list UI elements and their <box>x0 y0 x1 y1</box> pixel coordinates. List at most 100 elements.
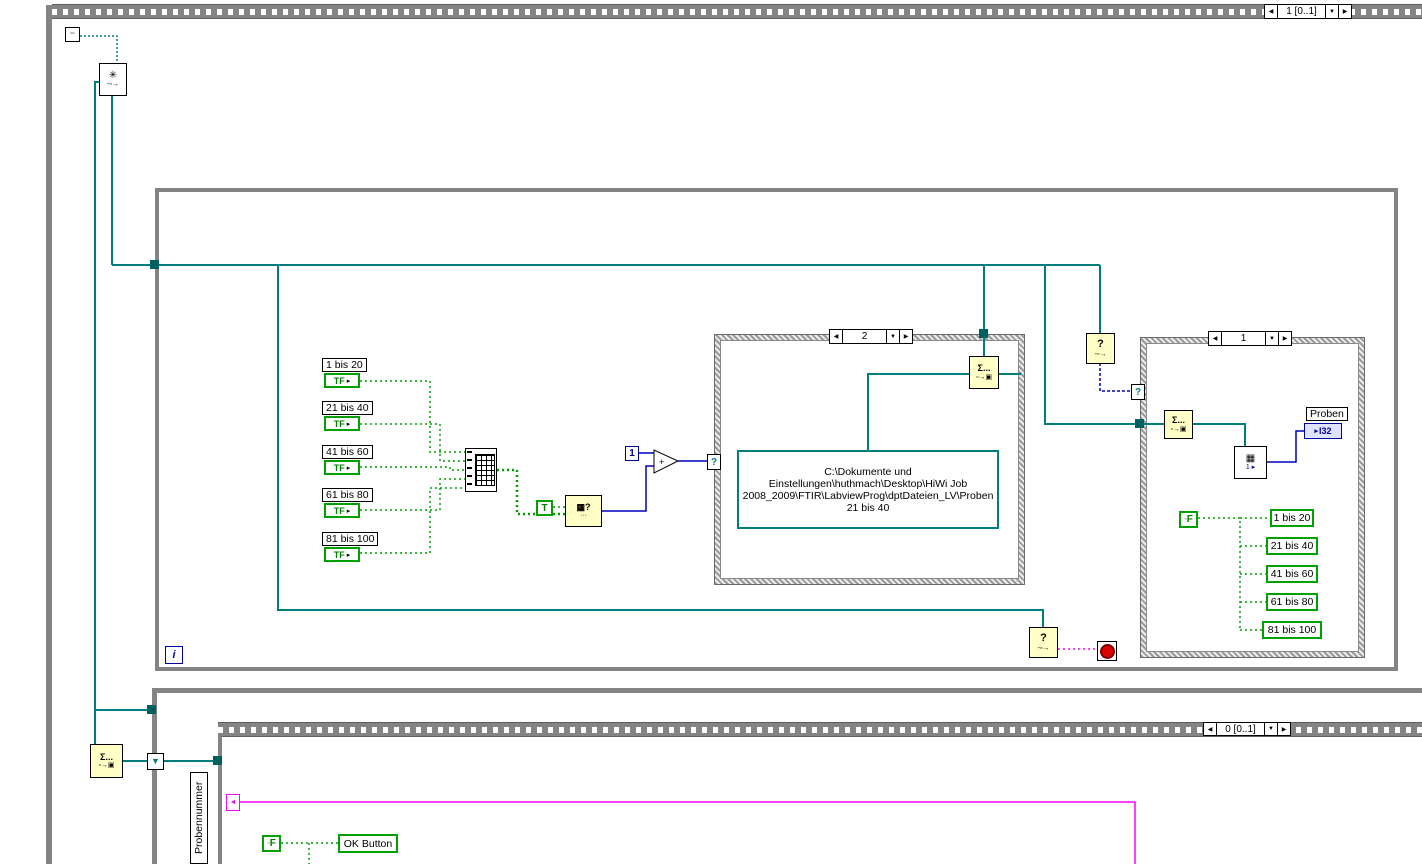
one-arrow-glyph: 1 ▸ <box>1245 464 1256 472</box>
bool-control-terminal[interactable]: TF ▸ <box>324 460 360 475</box>
coerce-node[interactable]: ▼ <box>147 753 164 770</box>
bottom-sequence-left-border <box>218 736 222 864</box>
box-arrow-icon: ▫→▣ <box>98 762 115 770</box>
bool-control-label[interactable]: 41 bis 60 <box>322 445 373 459</box>
bool-control-label[interactable]: 61 bis 80 <box>322 488 373 502</box>
grid-icon: ▦ <box>576 501 585 512</box>
prev-case-arrow-icon[interactable]: ◀ <box>830 330 842 343</box>
bool-indicator[interactable]: 41 bis 60 <box>1266 565 1318 583</box>
sigma-icon: Σ... <box>1172 415 1185 426</box>
dots-glyph: ··· <box>580 512 587 520</box>
file-path-constant[interactable]: C:\Dokumente und Einstellungen\huthmach\… <box>737 450 999 529</box>
case-dropdown-icon[interactable]: ▼ <box>1266 332 1279 345</box>
array-to-string-node[interactable]: Σ... ▫→▣ <box>90 744 123 778</box>
prev-frame-arrow-icon[interactable]: ◀ <box>1204 723 1216 735</box>
frame-dropdown-icon[interactable]: ▼ <box>1326 5 1339 18</box>
terminal-arrow-icon: ▸ <box>346 551 351 559</box>
prev-frame-arrow-icon[interactable]: ◀ <box>1265 5 1277 18</box>
file-out-icon: -▫→ <box>107 81 119 89</box>
false-glyph: F <box>269 838 276 849</box>
bool-control-terminal[interactable]: TF ▸ <box>324 373 360 388</box>
ok-button-terminal[interactable]: OK Button <box>338 834 398 853</box>
tf-glyph: TF <box>333 418 345 429</box>
stop-icon <box>1099 643 1115 659</box>
search-array-node[interactable]: ▦? ··· <box>565 495 602 527</box>
case-dropdown-icon[interactable]: ▼ <box>887 330 900 343</box>
check-path-node[interactable]: ? -▫→ <box>1029 627 1058 658</box>
bottom-structure-top-border <box>152 688 1422 693</box>
terminal-arrow-icon: ▸ <box>346 464 351 472</box>
next-case-arrow-icon[interactable]: ▶ <box>1279 332 1291 345</box>
number-display-node[interactable]: ▦ 1 ▸ <box>1234 446 1267 479</box>
reference-small-node-glyph: ▫▫ <box>70 31 75 38</box>
terminal-arrow-icon: ▸ <box>346 507 351 515</box>
stop-button-terminal[interactable] <box>1097 641 1117 661</box>
bool-control-label[interactable]: 81 bis 100 <box>322 532 379 546</box>
false-constant[interactable]: ▫ F <box>262 835 281 852</box>
frame-dropdown-icon[interactable]: ▼ <box>1265 723 1278 735</box>
outer-sequence-left-border <box>46 5 52 864</box>
down-arrow-icon: ▼ <box>151 755 160 766</box>
case-structure-display-frame <box>1146 343 1359 652</box>
file-out-icon: -▫→ <box>1037 644 1050 652</box>
next-frame-arrow-icon[interactable]: ▶ <box>1339 5 1351 18</box>
case-files-selector[interactable]: ◀ 2 ▼ ▶ <box>829 329 913 344</box>
case-files-selector-terminal[interactable]: ? <box>707 454 721 470</box>
open-file-node[interactable]: ✳ -▫→ <box>99 63 127 96</box>
shift-register-node[interactable]: ◄ <box>226 794 240 811</box>
terminal-arrow-icon: ▸ <box>346 420 351 428</box>
bool-control-terminal[interactable]: TF ▸ <box>324 416 360 431</box>
check-path-node[interactable]: ? -▫→ <box>1086 333 1115 364</box>
tf-glyph: TF <box>333 549 345 560</box>
magenta-wires <box>240 648 1136 864</box>
next-case-arrow-icon[interactable]: ▶ <box>900 330 912 343</box>
array-to-string-node[interactable]: Σ... ▫→▣ <box>1164 410 1193 439</box>
bool-indicator[interactable]: 61 bis 80 <box>1266 593 1318 611</box>
next-frame-arrow-icon[interactable]: ▶ <box>1278 723 1290 735</box>
bool-control-label[interactable]: 21 bis 40 <box>322 401 373 415</box>
case-display-selector-terminal[interactable]: ? <box>1131 384 1145 400</box>
tf-glyph: TF <box>333 505 345 516</box>
case-display-selector[interactable]: ◀ 1 ▼ ▶ <box>1208 331 1292 346</box>
terminal-arrow-icon: ▸ <box>346 377 351 385</box>
prev-case-arrow-icon[interactable]: ◀ <box>1209 332 1221 345</box>
proben-i32-terminal[interactable]: ▸ I32 <box>1304 423 1342 439</box>
bool-control-terminal[interactable]: TF ▸ <box>324 547 360 562</box>
build-array-node[interactable] <box>465 448 497 492</box>
question-icon: ? <box>1097 338 1104 351</box>
while-loop-iteration-terminal[interactable]: i <box>165 646 183 664</box>
sigma-icon: Σ... <box>977 363 991 374</box>
case-display-value[interactable]: 1 <box>1221 332 1266 345</box>
one-constant[interactable]: 1 <box>625 446 639 461</box>
reference-small-node[interactable]: ▫▫ <box>65 27 80 42</box>
tf-glyph: TF <box>333 375 345 386</box>
bool-control-terminal[interactable]: TF ▸ <box>324 503 360 518</box>
i32-glyph: I32 <box>1319 426 1332 436</box>
array-inputs-icon <box>467 451 472 489</box>
top-sequence-selector[interactable]: ◀ 1 [0..1] ▼ ▶ <box>1264 4 1352 19</box>
bool-indicator[interactable]: 81 bis 100 <box>1262 621 1322 639</box>
file-out-icon: -▫→ <box>1094 350 1107 358</box>
bottom-sequence-frame-label[interactable]: 0 [0..1] <box>1216 723 1265 735</box>
box-arrow-icon: ▫→▣ <box>1170 425 1187 433</box>
true-glyph: T <box>541 502 548 514</box>
bool-control-label[interactable]: 1 bis 20 <box>322 358 367 372</box>
probennummer-label[interactable]: Probennummer <box>190 772 208 864</box>
bottom-sequence-selector[interactable]: ◀ 0 [0..1] ▼ ▶ <box>1203 722 1291 736</box>
bool-indicator[interactable]: 1 bis 20 <box>1270 509 1314 527</box>
bool-indicator[interactable]: 21 bis 40 <box>1266 537 1318 555</box>
question-icon: ? <box>1040 632 1047 645</box>
false-constant[interactable]: ▫ F <box>1179 511 1198 528</box>
proben-indicator-label[interactable]: Proben <box>1306 407 1348 421</box>
true-constant[interactable]: T <box>536 500 553 516</box>
case-files-value[interactable]: 2 <box>842 330 887 343</box>
sigma-icon: Σ... <box>100 751 113 762</box>
bottom-structure-left-border <box>152 688 157 864</box>
array-grid-icon <box>475 454 495 486</box>
feedback-arrow-icon: ◄ <box>229 799 237 806</box>
array-to-string-node[interactable]: Σ... ▫→▣ <box>969 356 999 389</box>
indicator-arrow-icon: ▸ <box>1314 428 1318 435</box>
top-sequence-frame-label[interactable]: 1 [0..1] <box>1277 5 1326 18</box>
box-arrow-icon: ▫→▣ <box>975 373 993 381</box>
grid-icon: ▦ <box>1245 452 1256 464</box>
